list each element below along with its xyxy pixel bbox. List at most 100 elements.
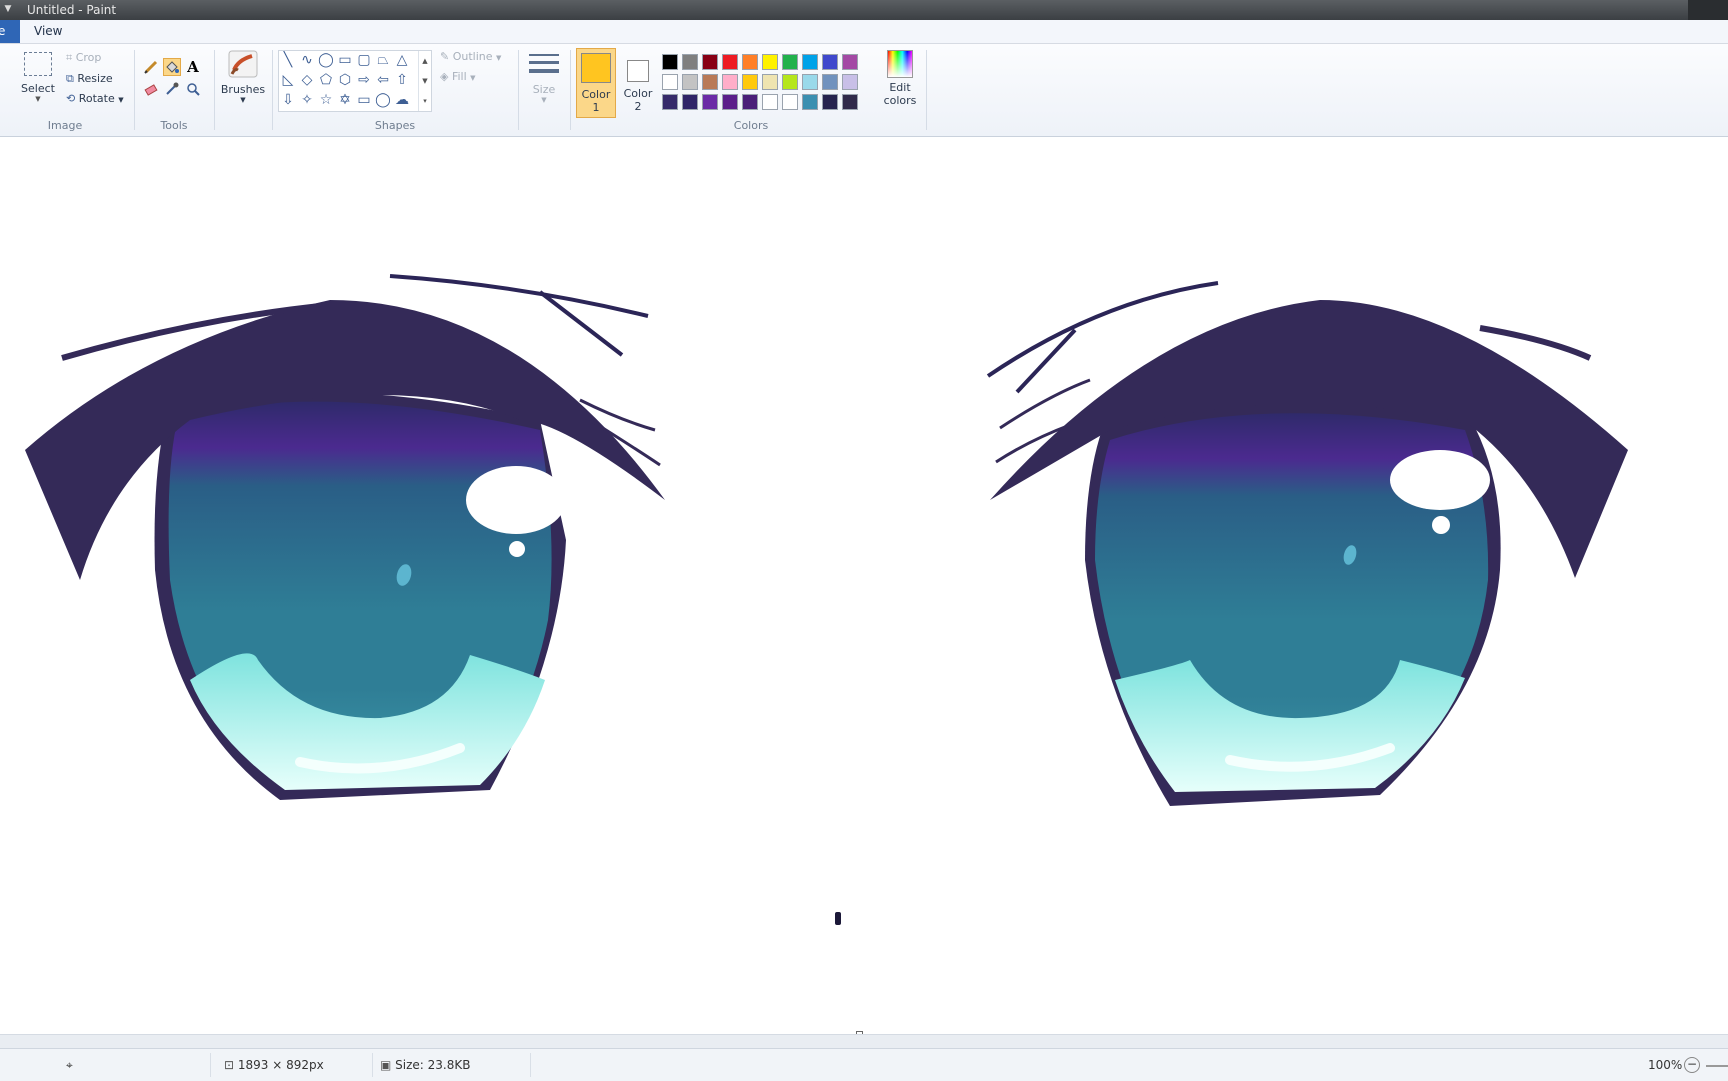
oval-shape-icon[interactable]: ◯ <box>317 51 335 69</box>
palette-swatch[interactable] <box>722 54 738 70</box>
palette-swatch[interactable] <box>822 94 838 110</box>
palette-swatch[interactable] <box>742 54 758 70</box>
triangle-shape-icon[interactable]: △ <box>393 51 411 69</box>
zoom-slider[interactable] <box>1706 1065 1728 1067</box>
brush-icon <box>228 50 258 78</box>
resize-label: Resize <box>77 72 113 85</box>
resize-button[interactable]: ⧉ Resize <box>66 70 113 88</box>
text-tool[interactable]: A <box>184 58 202 76</box>
palette-swatch[interactable] <box>802 94 818 110</box>
image-size-icon: ⊡ <box>224 1058 235 1072</box>
chevron-down-icon: ▼ <box>240 96 246 104</box>
shapes-scrollbar[interactable]: ▲ ▼ ▾ <box>418 51 431 111</box>
palette-swatch[interactable] <box>662 94 678 110</box>
palette-swatch[interactable] <box>802 74 818 90</box>
file-size-text: Size: 23.8KB <box>395 1058 471 1072</box>
image-dimensions: ⊡ 1893 × 892px <box>224 1057 324 1073</box>
palette-swatch[interactable] <box>682 54 698 70</box>
palette-swatch[interactable] <box>782 54 798 70</box>
chevron-down-icon: ▼ <box>541 96 547 104</box>
palette-swatch[interactable] <box>762 94 778 110</box>
left-eye <box>25 274 665 800</box>
palette-swatch[interactable] <box>782 94 798 110</box>
rounded-callout-shape-icon[interactable]: ▭ <box>355 91 373 109</box>
size-button[interactable]: Size ▼ <box>524 50 564 110</box>
palette-swatch[interactable] <box>742 74 758 90</box>
right-arrow-shape-icon[interactable]: ⇨ <box>355 71 373 89</box>
shapes-gallery: ╲ ∿ ◯ ▭ ▢ ⏢ △ ◺ ◇ ⬠ ⬡ ⇨ ⇦ ⇧ ⇩ ✧ ☆ ✡ ▭ ◯ … <box>278 50 432 112</box>
palette-swatch[interactable] <box>662 54 678 70</box>
five-point-star-shape-icon[interactable]: ☆ <box>317 91 335 109</box>
diamond-shape-icon[interactable]: ◇ <box>298 71 316 89</box>
status-bar: ⌖ ⊡ 1893 × 892px ▣ Size: 23.8KB 100% − <box>0 1048 1728 1081</box>
up-arrow-shape-icon[interactable]: ⇧ <box>393 71 411 89</box>
pentagon-shape-icon[interactable]: ⬠ <box>317 71 335 89</box>
cloud-callout-shape-icon[interactable]: ☁ <box>393 91 411 109</box>
outline-button[interactable]: ✎ Outline ▼ <box>440 48 501 66</box>
right-eye <box>986 281 1628 806</box>
fill-button[interactable]: ◈ Fill ▼ <box>440 68 476 86</box>
curve-shape-icon[interactable]: ∿ <box>298 51 316 69</box>
palette-swatch[interactable] <box>842 54 858 70</box>
eraser-tool[interactable] <box>142 80 160 98</box>
six-point-star-shape-icon[interactable]: ✡ <box>336 91 354 109</box>
palette-swatch[interactable] <box>742 94 758 110</box>
palette-swatch[interactable] <box>822 54 838 70</box>
window-controls[interactable] <box>1688 0 1728 20</box>
color-picker-tool[interactable] <box>163 80 181 98</box>
palette-swatch[interactable] <box>802 54 818 70</box>
palette-swatch[interactable] <box>822 74 838 90</box>
polygon-shape-icon[interactable]: ⏢ <box>374 51 392 69</box>
text-icon: A <box>187 58 199 76</box>
crop-button[interactable]: ⌗ Crop <box>66 49 101 67</box>
color-palette <box>658 50 878 116</box>
status-divider <box>372 1053 373 1077</box>
palette-swatch[interactable] <box>782 74 798 90</box>
palette-swatch[interactable] <box>762 54 778 70</box>
shapes-group-label: Shapes <box>374 119 416 132</box>
rectangle-shape-icon[interactable]: ▭ <box>336 51 354 69</box>
colors-group: Edit colors Colors <box>658 44 924 136</box>
line-shape-icon[interactable]: ╲ <box>279 51 297 69</box>
palette-swatch[interactable] <box>682 74 698 90</box>
tab-view[interactable]: View <box>28 20 68 43</box>
brushes-button[interactable]: Brushes ▼ <box>218 48 268 110</box>
select-label: Select <box>21 82 55 95</box>
color1-button[interactable]: Color 1 <box>576 48 616 118</box>
palette-swatch[interactable] <box>702 74 718 90</box>
palette-swatch[interactable] <box>682 94 698 110</box>
oval-callout-shape-icon[interactable]: ◯ <box>374 91 392 109</box>
drawing-canvas[interactable] <box>0 137 1728 1038</box>
palette-swatch[interactable] <box>702 54 718 70</box>
separator <box>272 50 273 130</box>
tools-group-label: Tools <box>160 119 188 132</box>
down-arrow-shape-icon[interactable]: ⇩ <box>279 91 297 109</box>
magnifier-tool[interactable] <box>184 80 202 98</box>
pencil-tool[interactable] <box>142 58 160 76</box>
rotate-icon: ⟲ <box>66 92 76 105</box>
edit-colors-button[interactable]: Edit colors <box>878 48 922 112</box>
right-triangle-shape-icon[interactable]: ◺ <box>279 71 297 89</box>
palette-swatch[interactable] <box>762 74 778 90</box>
rotate-button[interactable]: ⟲ Rotate ▼ <box>66 90 124 108</box>
tab-file[interactable]: e <box>0 20 20 43</box>
zoom-out-icon[interactable]: − <box>1684 1057 1700 1073</box>
select-button[interactable]: Select ▼ <box>18 50 58 108</box>
size-label: Size <box>532 83 556 96</box>
palette-swatch[interactable] <box>702 94 718 110</box>
palette-swatch[interactable] <box>842 74 858 90</box>
colors-group-label: Colors <box>733 119 769 132</box>
palette-swatch[interactable] <box>662 74 678 90</box>
fill-tool[interactable] <box>163 58 181 76</box>
system-menu-icon[interactable]: ▼ <box>0 2 16 17</box>
hexagon-shape-icon[interactable]: ⬡ <box>336 71 354 89</box>
left-arrow-shape-icon[interactable]: ⇦ <box>374 71 392 89</box>
color2-button[interactable]: Color 2 <box>618 48 658 118</box>
palette-swatch[interactable] <box>722 74 738 90</box>
palette-swatch[interactable] <box>842 94 858 110</box>
canvas-bottom-edge <box>0 1034 1728 1049</box>
four-point-star-shape-icon[interactable]: ✧ <box>298 91 316 109</box>
rounded-rectangle-shape-icon[interactable]: ▢ <box>355 51 373 69</box>
disk-icon: ▣ <box>380 1058 392 1072</box>
palette-swatch[interactable] <box>722 94 738 110</box>
